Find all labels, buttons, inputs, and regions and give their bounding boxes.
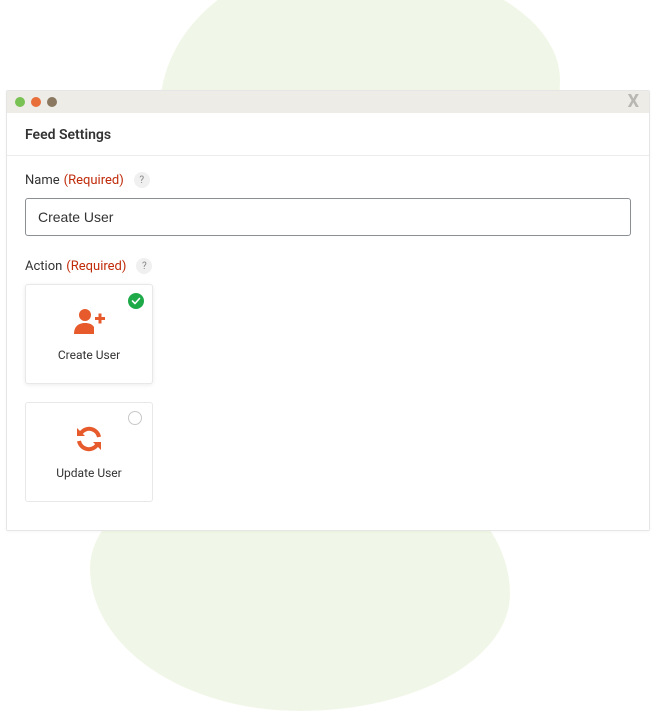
refresh-icon (72, 424, 106, 454)
page-title: Feed Settings (25, 127, 631, 143)
action-section: Action (Required) ? (25, 258, 631, 502)
traffic-light-orange[interactable] (31, 97, 41, 107)
user-plus-icon (72, 306, 106, 336)
help-icon[interactable]: ? (136, 258, 152, 274)
action-option-update-user[interactable]: Update User (25, 402, 153, 502)
section-header: Feed Settings (7, 113, 649, 156)
name-label: Name (25, 173, 60, 188)
action-option-label: Update User (56, 466, 121, 480)
name-input[interactable] (25, 198, 631, 236)
form-content: Name (Required) ? Action (Required) ? (7, 156, 649, 530)
circle-icon (128, 411, 142, 425)
action-option-create-user[interactable]: Create User (25, 284, 153, 384)
name-label-row: Name (Required) ? (25, 172, 631, 188)
window-body: Feed Settings Name (Required) ? Action (… (7, 113, 649, 530)
action-label: Action (25, 259, 62, 274)
action-options: Create User (25, 284, 631, 502)
unselected-indicator (128, 411, 144, 427)
close-icon[interactable]: X (628, 91, 639, 113)
action-option-label: Create User (58, 348, 120, 362)
selected-indicator (128, 293, 144, 309)
window-titlebar: X (7, 91, 649, 113)
settings-window: X Feed Settings Name (Required) ? Action… (6, 90, 650, 531)
action-label-row: Action (Required) ? (25, 258, 631, 274)
traffic-light-green[interactable] (15, 97, 25, 107)
required-marker: (Required) (66, 259, 126, 274)
check-icon (128, 293, 144, 309)
help-icon[interactable]: ? (134, 172, 150, 188)
required-marker: (Required) (64, 173, 124, 188)
traffic-light-brown[interactable] (47, 97, 57, 107)
